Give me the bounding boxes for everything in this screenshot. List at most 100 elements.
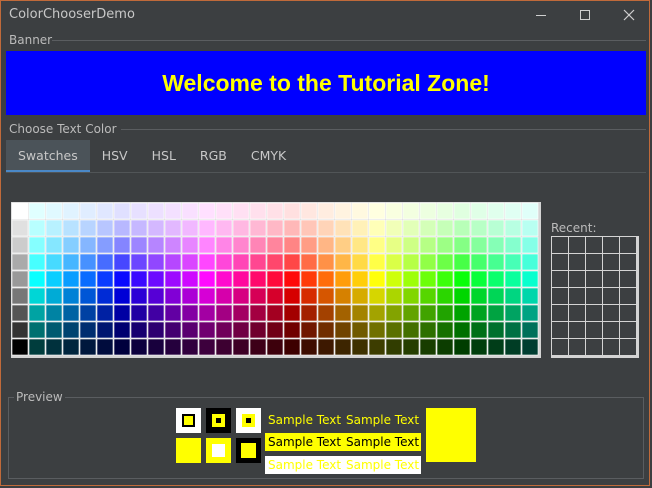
swatch-cell[interactable]	[164, 202, 182, 220]
swatch-cell[interactable]	[62, 219, 80, 237]
swatch-cell[interactable]	[385, 287, 403, 305]
swatch-cell[interactable]	[402, 219, 420, 237]
swatch-cell[interactable]	[317, 321, 335, 339]
swatch-cell[interactable]	[300, 270, 318, 288]
swatch-cell[interactable]	[385, 270, 403, 288]
swatch-cell[interactable]	[62, 270, 80, 288]
swatch-cell[interactable]	[11, 202, 29, 220]
swatch-cell[interactable]	[402, 236, 420, 254]
swatch-cell[interactable]	[283, 338, 301, 356]
swatch-cell[interactable]	[96, 304, 114, 322]
recent-swatch-cell[interactable]	[603, 305, 619, 321]
swatch-cell[interactable]	[317, 202, 335, 220]
swatch-cell[interactable]	[402, 253, 420, 271]
swatch-cell[interactable]	[385, 304, 403, 322]
swatch-cell[interactable]	[266, 236, 284, 254]
swatch-cell[interactable]	[249, 270, 267, 288]
tab-swatches[interactable]: Swatches	[6, 140, 90, 173]
swatch-cell[interactable]	[368, 270, 386, 288]
swatch-cell[interactable]	[470, 219, 488, 237]
swatch-cell[interactable]	[62, 236, 80, 254]
swatch-cell[interactable]	[45, 304, 63, 322]
swatch-cell[interactable]	[164, 236, 182, 254]
swatch-cell[interactable]	[487, 338, 505, 356]
swatch-cell[interactable]	[113, 219, 131, 237]
swatch-cell[interactable]	[164, 253, 182, 271]
swatch-cell[interactable]	[487, 219, 505, 237]
recent-swatch-cell[interactable]	[603, 271, 619, 287]
swatch-cell[interactable]	[79, 338, 97, 356]
swatch-cell[interactable]	[266, 270, 284, 288]
swatch-cell[interactable]	[368, 202, 386, 220]
swatch-cell[interactable]	[198, 304, 216, 322]
recent-swatch-cell[interactable]	[552, 271, 568, 287]
swatch-cell[interactable]	[96, 338, 114, 356]
swatch-cell[interactable]	[130, 219, 148, 237]
swatch-cell[interactable]	[62, 321, 80, 339]
swatch-cell[interactable]	[283, 253, 301, 271]
swatch-cell[interactable]	[181, 270, 199, 288]
swatch-cell[interactable]	[249, 287, 267, 305]
swatch-cell[interactable]	[79, 236, 97, 254]
swatch-cell[interactable]	[283, 304, 301, 322]
recent-swatch-cell[interactable]	[586, 237, 602, 253]
recent-swatch-cell[interactable]	[620, 305, 636, 321]
swatch-cell[interactable]	[113, 236, 131, 254]
swatch-cell[interactable]	[130, 202, 148, 220]
swatch-cell[interactable]	[45, 321, 63, 339]
recent-swatch-cell[interactable]	[586, 288, 602, 304]
swatch-cell[interactable]	[283, 219, 301, 237]
swatch-cell[interactable]	[45, 270, 63, 288]
swatch-cell[interactable]	[521, 287, 539, 305]
swatch-cell[interactable]	[266, 338, 284, 356]
swatch-cell[interactable]	[79, 219, 97, 237]
swatch-cell[interactable]	[317, 304, 335, 322]
swatch-cell[interactable]	[164, 321, 182, 339]
swatch-cell[interactable]	[334, 236, 352, 254]
swatch-cell[interactable]	[28, 253, 46, 271]
swatch-cell[interactable]	[79, 287, 97, 305]
swatch-cell[interactable]	[300, 202, 318, 220]
swatch-cell[interactable]	[504, 321, 522, 339]
recent-swatch-cell[interactable]	[569, 339, 585, 355]
swatch-cell[interactable]	[62, 338, 80, 356]
swatch-cell[interactable]	[147, 253, 165, 271]
swatch-cell[interactable]	[453, 321, 471, 339]
swatch-cell[interactable]	[45, 219, 63, 237]
recent-swatch-cell[interactable]	[552, 254, 568, 270]
swatch-cell[interactable]	[96, 253, 114, 271]
recent-swatch-cell[interactable]	[620, 339, 636, 355]
swatch-cell[interactable]	[11, 304, 29, 322]
swatch-cell[interactable]	[402, 270, 420, 288]
swatch-cell[interactable]	[96, 270, 114, 288]
swatch-cell[interactable]	[147, 338, 165, 356]
swatch-cell[interactable]	[334, 270, 352, 288]
swatch-cell[interactable]	[232, 219, 250, 237]
swatch-cell[interactable]	[351, 236, 369, 254]
swatch-cell[interactable]	[113, 338, 131, 356]
swatch-cell[interactable]	[164, 304, 182, 322]
swatch-cell[interactable]	[232, 287, 250, 305]
swatch-cell[interactable]	[79, 321, 97, 339]
swatch-cell[interactable]	[198, 219, 216, 237]
swatch-cell[interactable]	[249, 202, 267, 220]
close-button[interactable]	[607, 0, 651, 30]
swatch-cell[interactable]	[470, 270, 488, 288]
swatch-cell[interactable]	[45, 236, 63, 254]
swatch-cell[interactable]	[11, 236, 29, 254]
swatch-cell[interactable]	[28, 236, 46, 254]
recent-swatch-cell[interactable]	[620, 288, 636, 304]
swatch-cell[interactable]	[453, 219, 471, 237]
recent-swatch-cell[interactable]	[569, 322, 585, 338]
maximize-button[interactable]	[563, 0, 607, 30]
swatch-cell[interactable]	[334, 253, 352, 271]
swatch-cell[interactable]	[436, 321, 454, 339]
swatch-cell[interactable]	[198, 253, 216, 271]
swatch-cell[interactable]	[334, 338, 352, 356]
swatch-cell[interactable]	[521, 304, 539, 322]
swatch-cell[interactable]	[11, 338, 29, 356]
swatch-cell[interactable]	[28, 321, 46, 339]
swatch-cell[interactable]	[521, 219, 539, 237]
swatch-cell[interactable]	[487, 202, 505, 220]
recent-swatch-cell[interactable]	[603, 288, 619, 304]
